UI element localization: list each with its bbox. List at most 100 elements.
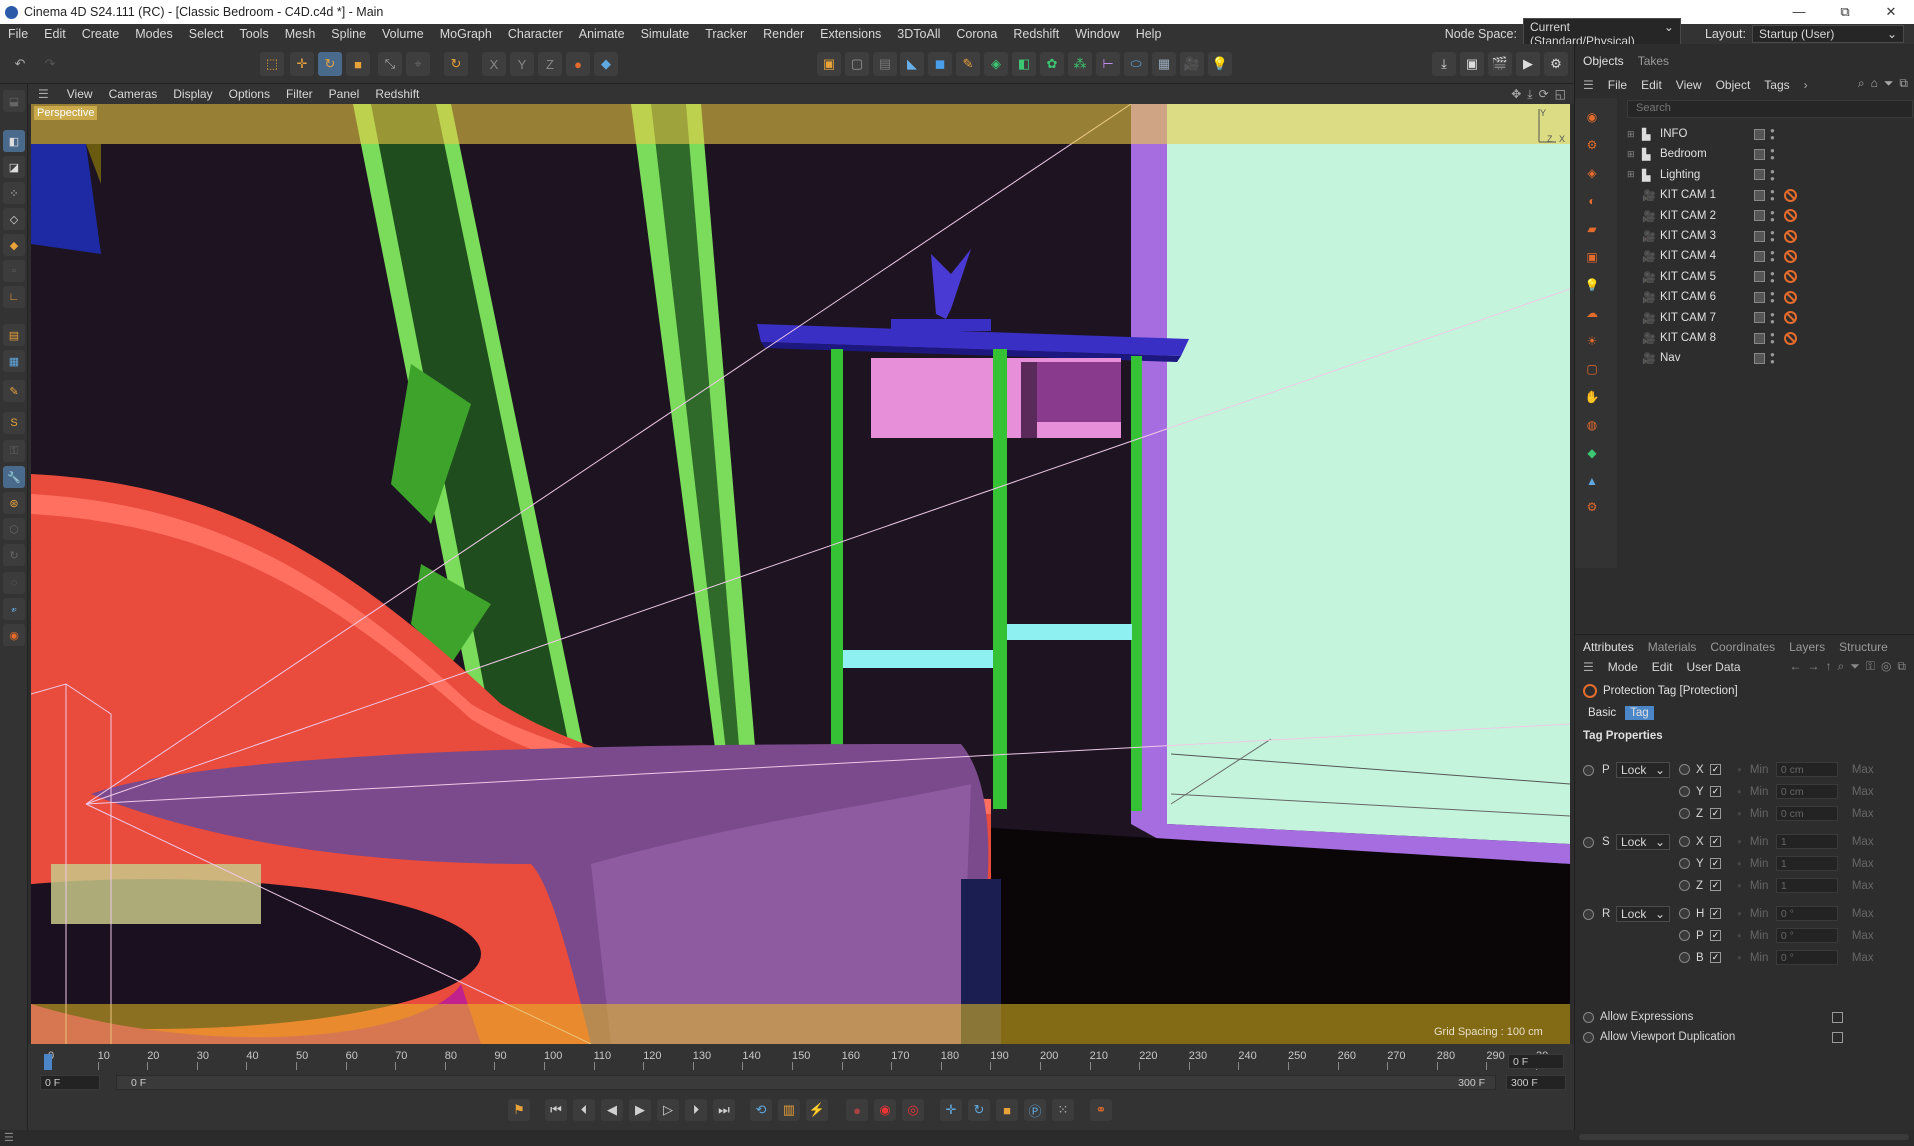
viewport-menu-view[interactable]: View <box>59 87 101 101</box>
menu-help[interactable]: Help <box>1128 27 1170 41</box>
protection-tag-icon[interactable] <box>1784 290 1797 304</box>
anim-toggle[interactable] <box>1679 930 1690 941</box>
chevron-right-icon[interactable]: › <box>1804 78 1808 92</box>
edit-visibility-icon[interactable] <box>1754 169 1765 181</box>
min-field[interactable]: 0 ° <box>1775 906 1838 921</box>
redo-icon[interactable]: ↷ <box>38 52 62 76</box>
lock-mode-dropdown[interactable]: Lock ⌄ <box>1616 834 1670 850</box>
object-row[interactable]: 🎥 KIT CAM 1 ● ● <box>1627 185 1913 205</box>
goto-start-icon[interactable]: ⏮ <box>545 1099 567 1121</box>
axis-mode-icon[interactable]: ∟ <box>3 286 25 308</box>
camera-icon[interactable]: 🎥 <box>1180 52 1204 76</box>
axis-lock-checkbox[interactable]: ✓ <box>1710 908 1721 919</box>
move-tool-icon[interactable]: ⬡ <box>3 518 25 540</box>
frame-range-slider[interactable]: 0 F 300 F <box>116 1075 1496 1090</box>
current-frame-field[interactable]: 0 F <box>1508 1054 1564 1069</box>
extrude-icon[interactable]: ◧ <box>1012 52 1036 76</box>
cube-icon[interactable]: ◼ <box>928 52 952 76</box>
goto-end-icon[interactable]: ⏭ <box>713 1099 735 1121</box>
menu-corona[interactable]: Corona <box>948 27 1005 41</box>
model-mode-icon[interactable]: ◧ <box>3 130 25 152</box>
field-icon[interactable]: ⬭ <box>1124 52 1148 76</box>
anim-toggle[interactable] <box>1679 952 1690 963</box>
uv-mode-icon[interactable]: ▫ <box>3 260 25 282</box>
solo-icon[interactable]: S <box>3 412 25 434</box>
lock-icon[interactable]: ⚿ <box>3 440 25 462</box>
render-tool-icon[interactable]: ◉ <box>3 624 25 646</box>
axis-lock-checkbox[interactable]: ✓ <box>1710 880 1721 891</box>
attr-tab-attributes[interactable]: Attributes <box>1583 640 1634 654</box>
viewport-perspective[interactable]: Y X Z <box>31 104 1570 1044</box>
hamburger-icon[interactable]: ☰ <box>1583 78 1594 92</box>
visibility-dots-icon[interactable]: ● ● <box>1770 167 1776 182</box>
live-selection-icon[interactable]: ⬚ <box>260 52 284 76</box>
min-field[interactable]: 0 ° <box>1775 950 1838 965</box>
texture-mode-icon[interactable]: ◪ <box>3 156 25 178</box>
new-window-icon[interactable]: ⧉ <box>1897 659 1906 674</box>
allow-viewport-duplication-checkbox[interactable] <box>1832 1031 1843 1043</box>
protection-tag-icon[interactable] <box>1784 331 1797 345</box>
edit-visibility-icon[interactable] <box>1754 271 1765 283</box>
min-field[interactable]: 0 ° <box>1775 928 1838 943</box>
key-scale-icon[interactable]: ■ <box>996 1099 1018 1121</box>
anim-toggle[interactable] <box>1679 880 1690 891</box>
menu-mesh[interactable]: Mesh <box>277 27 324 41</box>
edit-visibility-icon[interactable] <box>1754 230 1765 242</box>
menu-create[interactable]: Create <box>74 27 128 41</box>
record-active-icon[interactable]: ● <box>846 1099 868 1121</box>
pen-spline-icon[interactable]: ✎ <box>956 52 980 76</box>
anim-toggle[interactable] <box>1679 764 1690 775</box>
attr-tab-coordinates[interactable]: Coordinates <box>1710 640 1775 654</box>
hamburger-icon[interactable]: ☰ <box>28 87 59 101</box>
menu-edit[interactable]: Edit <box>36 27 74 41</box>
menu-simulate[interactable]: Simulate <box>633 27 698 41</box>
visibility-dots-icon[interactable]: ● ● <box>1770 229 1776 244</box>
sound-icon[interactable]: ⚡ <box>806 1099 828 1121</box>
object-row[interactable]: 🎥 KIT CAM 7 ● ● <box>1627 308 1913 328</box>
key-param-icon[interactable]: Ⓟ <box>1024 1099 1046 1121</box>
edges-mode-icon[interactable]: ◇ <box>3 208 25 230</box>
tweak-icon[interactable]: ⊛ <box>3 492 25 514</box>
clapper-icon[interactable]: 🎬 <box>1488 52 1512 76</box>
expand-icon[interactable]: ⊞ <box>1627 129 1637 140</box>
search-icon[interactable]: ⌕ <box>1837 659 1844 674</box>
axis-lock-checkbox[interactable]: ✓ <box>1710 786 1721 797</box>
coordinate-system-icon[interactable]: ↻ <box>444 52 468 76</box>
render-queue-icon[interactable]: ▤ <box>873 52 897 76</box>
anim-toggle[interactable] <box>1679 786 1690 797</box>
picture-viewer-icon[interactable]: ▣ <box>1460 52 1484 76</box>
objects-menu-view[interactable]: View <box>1676 78 1702 92</box>
render-settings-icon[interactable]: ⚙ <box>1544 52 1568 76</box>
protection-tag-icon[interactable] <box>1784 249 1797 263</box>
protection-tag-icon[interactable] <box>1784 209 1797 223</box>
key-position-icon[interactable]: ✛ <box>940 1099 962 1121</box>
menu-redshift[interactable]: Redshift <box>1005 27 1067 41</box>
status-menu-icon[interactable]: ☰ <box>4 1131 14 1144</box>
subdivision-icon[interactable]: ◈ <box>984 52 1008 76</box>
object-row[interactable]: 🎥 KIT CAM 8 ● ● <box>1627 328 1913 348</box>
allow-expressions-checkbox[interactable] <box>1832 1011 1843 1023</box>
lock-mode-dropdown[interactable]: Lock ⌄ <box>1616 762 1670 778</box>
axis-lock-checkbox[interactable]: ✓ <box>1710 764 1721 775</box>
keyframe-selection-icon[interactable]: ⚑ <box>508 1099 530 1121</box>
object-row[interactable]: 🎥 KIT CAM 4 ● ● <box>1627 246 1913 266</box>
rotate-icon[interactable]: ↻ <box>318 52 342 76</box>
viewport-menu-options[interactable]: Options <box>221 87 278 101</box>
anim-toggle[interactable] <box>1583 836 1594 848</box>
y-axis-lock-icon[interactable]: Y <box>510 52 534 76</box>
viewport-menu-cameras[interactable]: Cameras <box>101 87 166 101</box>
objects-menu-file[interactable]: File <box>1608 78 1627 92</box>
visibility-dots-icon[interactable]: ● ● <box>1770 331 1776 346</box>
anim-toggle[interactable] <box>1679 908 1690 919</box>
anim-toggle[interactable] <box>1583 764 1594 776</box>
anim-toggle[interactable] <box>1679 858 1690 869</box>
viewport-menu-display[interactable]: Display <box>165 87 220 101</box>
min-field[interactable]: 0 cm <box>1775 762 1838 777</box>
attr-menu-mode[interactable]: Mode <box>1608 660 1638 674</box>
menu-tracker[interactable]: Tracker <box>697 27 755 41</box>
menu-file[interactable]: File <box>0 27 36 41</box>
edit-visibility-icon[interactable] <box>1754 128 1765 140</box>
expand-icon[interactable]: ⊞ <box>1627 169 1637 180</box>
allow-viewport-duplication-anim-toggle[interactable] <box>1583 1031 1594 1043</box>
key-pla-icon[interactable]: ⁙ <box>1052 1099 1074 1121</box>
